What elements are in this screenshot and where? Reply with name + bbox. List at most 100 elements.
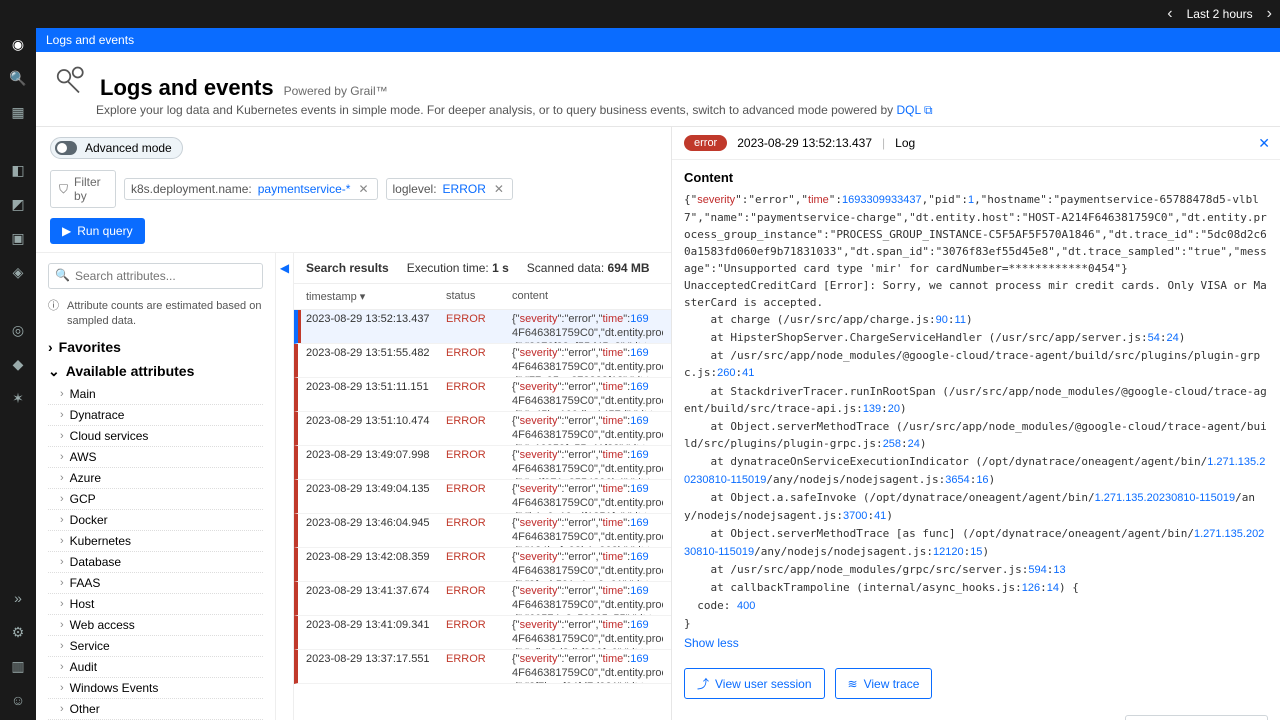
log-row[interactable]: 2023-08-29 13:52:13.437ERROR{"severity":…: [294, 310, 671, 344]
row-content: {"severity":"error","time":169 4F6463817…: [512, 381, 663, 412]
row-status: ERROR: [446, 381, 512, 393]
filter-pill-value: paymentservice-*: [258, 182, 351, 196]
nav-pin-5-icon[interactable]: ◎: [8, 320, 28, 340]
scan-label: Scanned data:: [527, 261, 604, 275]
row-timestamp: 2023-08-29 13:37:17.551: [306, 653, 446, 665]
attribute-group-item[interactable]: Azure: [48, 468, 263, 489]
log-row[interactable]: 2023-08-29 13:49:07.998ERROR{"severity":…: [294, 446, 671, 480]
attribute-group-item[interactable]: AWS: [48, 447, 263, 468]
attribute-group-item[interactable]: Cloud services: [48, 426, 263, 447]
col-status[interactable]: status: [446, 290, 512, 303]
log-row[interactable]: 2023-08-29 13:51:11.151ERROR{"severity":…: [294, 378, 671, 412]
attributes-note: Attribute counts are estimated based on …: [67, 299, 263, 329]
dql-link[interactable]: DQL ⧉: [896, 103, 932, 117]
nav-user-icon[interactable]: ☺: [8, 690, 28, 710]
attribute-group-item[interactable]: Web access: [48, 615, 263, 636]
filter-bar: Advanced mode ⛉ Filter by k8s.deployment…: [36, 127, 671, 253]
available-section-header[interactable]: ⌄ Available attributes: [48, 363, 263, 380]
remove-pill-icon[interactable]: ✕: [356, 182, 370, 196]
log-row[interactable]: 2023-08-29 13:41:09.341ERROR{"severity":…: [294, 616, 671, 650]
favorites-title: Favorites: [59, 339, 121, 355]
page-subtitle-tag: Powered by Grail™: [284, 84, 388, 98]
col-timestamp[interactable]: timestamp ▾: [306, 290, 446, 303]
nav-pin-6-icon[interactable]: ◆: [8, 354, 28, 374]
attribute-group-item[interactable]: Main: [48, 384, 263, 405]
nav-expand-icon[interactable]: »: [8, 588, 28, 608]
log-row[interactable]: 2023-08-29 13:46:04.945ERROR{"severity":…: [294, 514, 671, 548]
attribute-group-item[interactable]: Service: [48, 636, 263, 657]
log-row[interactable]: 2023-08-29 13:41:37.674ERROR{"severity":…: [294, 582, 671, 616]
view-user-session-button[interactable]: ⤴ View user session: [684, 668, 825, 699]
close-details-icon[interactable]: ✕: [1258, 135, 1270, 152]
attribute-group-item[interactable]: Other: [48, 699, 263, 720]
nav-dashboard-icon[interactable]: ▥: [8, 656, 28, 676]
collapse-panel-button[interactable]: ◀: [276, 253, 294, 720]
exec-time-label: Execution time:: [407, 261, 489, 275]
attribute-group-item[interactable]: Docker: [48, 510, 263, 531]
col-content[interactable]: content: [512, 290, 659, 303]
nav-apps-icon[interactable]: ▦: [8, 102, 28, 122]
filter-pill-loglevel[interactable]: loglevel: ERROR ✕: [386, 178, 513, 200]
toggle-knob-icon: [55, 141, 77, 155]
row-timestamp: 2023-08-29 13:41:37.674: [306, 585, 446, 597]
favorites-section-header[interactable]: › Favorites: [48, 339, 263, 355]
page-header: Logs and events Powered by Grail™ Explor…: [36, 52, 1280, 127]
advanced-mode-toggle[interactable]: Advanced mode: [50, 137, 183, 159]
attribute-group-item[interactable]: Database: [48, 552, 263, 573]
log-row[interactable]: 2023-08-29 13:49:04.135ERROR{"severity":…: [294, 480, 671, 514]
log-stack-trace: UnacceptedCreditCard [Error]: Sorry, we …: [684, 277, 1268, 632]
timeframe-next-icon[interactable]: ›: [1267, 5, 1272, 23]
attribute-group-item[interactable]: Windows Events: [48, 678, 263, 699]
row-content: {"severity":"error","time":169 4F6463817…: [512, 517, 663, 548]
row-content: {"severity":"error","time":169 4F6463817…: [512, 619, 663, 650]
info-icon: ⓘ: [48, 299, 59, 329]
attribute-group-item[interactable]: FAAS: [48, 573, 263, 594]
log-row[interactable]: 2023-08-29 13:37:17.551ERROR{"severity":…: [294, 650, 671, 684]
detail-timestamp: 2023-08-29 13:52:13.437: [737, 136, 872, 150]
nav-pin-3-icon[interactable]: ▣: [8, 228, 28, 248]
attribute-group-item[interactable]: GCP: [48, 489, 263, 510]
show-less-link[interactable]: Show less: [684, 636, 739, 650]
attributes-search-input[interactable]: [48, 263, 263, 289]
row-timestamp: 2023-08-29 13:51:11.151: [306, 381, 446, 393]
timeframe-prev-icon[interactable]: ‹: [1167, 5, 1172, 23]
attribute-group-item[interactable]: Dynatrace: [48, 405, 263, 426]
results-table-body: 2023-08-29 13:52:13.437ERROR{"severity":…: [294, 310, 671, 720]
attribute-group-item[interactable]: Audit: [48, 657, 263, 678]
filter-pill-deployment[interactable]: k8s.deployment.name: paymentservice-* ✕: [124, 178, 378, 200]
attribute-group-item[interactable]: Host: [48, 594, 263, 615]
nav-search-icon[interactable]: 🔍: [8, 68, 28, 88]
nav-pin-4-icon[interactable]: ◈: [8, 262, 28, 282]
row-timestamp: 2023-08-29 13:46:04.945: [306, 517, 446, 529]
log-json-content: {"severity":"error","time":1693309933437…: [684, 191, 1268, 277]
row-status: ERROR: [446, 347, 512, 359]
view-trace-button[interactable]: ≋ View trace: [835, 668, 933, 699]
row-status: ERROR: [446, 483, 512, 495]
nav-pin-2-icon[interactable]: ◩: [8, 194, 28, 214]
timeframe-selector[interactable]: Last 2 hours: [1181, 5, 1259, 23]
breadcrumb-bar: Logs and events: [36, 28, 1280, 52]
log-row[interactable]: 2023-08-29 13:42:08.359ERROR{"severity":…: [294, 548, 671, 582]
filter-pill-key: loglevel:: [393, 182, 437, 196]
results-title: Search results: [306, 261, 389, 275]
remove-pill-icon[interactable]: ✕: [492, 182, 506, 196]
run-query-button[interactable]: ▶ Run query: [50, 218, 145, 244]
row-timestamp: 2023-08-29 13:51:10.474: [306, 415, 446, 427]
run-query-label: Run query: [77, 224, 132, 238]
detail-kind: Log: [895, 136, 915, 150]
row-status: ERROR: [446, 313, 512, 325]
create-processing-rule-button[interactable]: Create processing rule: [1125, 715, 1268, 720]
attribute-group-item[interactable]: Kubernetes: [48, 531, 263, 552]
log-row[interactable]: 2023-08-29 13:51:55.482ERROR{"severity":…: [294, 344, 671, 378]
breadcrumb-item[interactable]: Logs and events: [46, 33, 134, 47]
nav-pin-7-icon[interactable]: ✶: [8, 388, 28, 408]
nav-pin-1-icon[interactable]: ◧: [8, 160, 28, 180]
log-row[interactable]: 2023-08-29 13:51:10.474ERROR{"severity":…: [294, 412, 671, 446]
nav-settings-icon[interactable]: ⚙: [8, 622, 28, 642]
view-trace-label: View trace: [864, 677, 920, 691]
nav-home-icon[interactable]: ◉: [8, 34, 28, 54]
severity-badge: error: [684, 135, 727, 151]
filter-by-input[interactable]: ⛉ Filter by: [50, 170, 116, 208]
filter-by-label: Filter by: [74, 175, 107, 203]
row-timestamp: 2023-08-29 13:49:04.135: [306, 483, 446, 495]
